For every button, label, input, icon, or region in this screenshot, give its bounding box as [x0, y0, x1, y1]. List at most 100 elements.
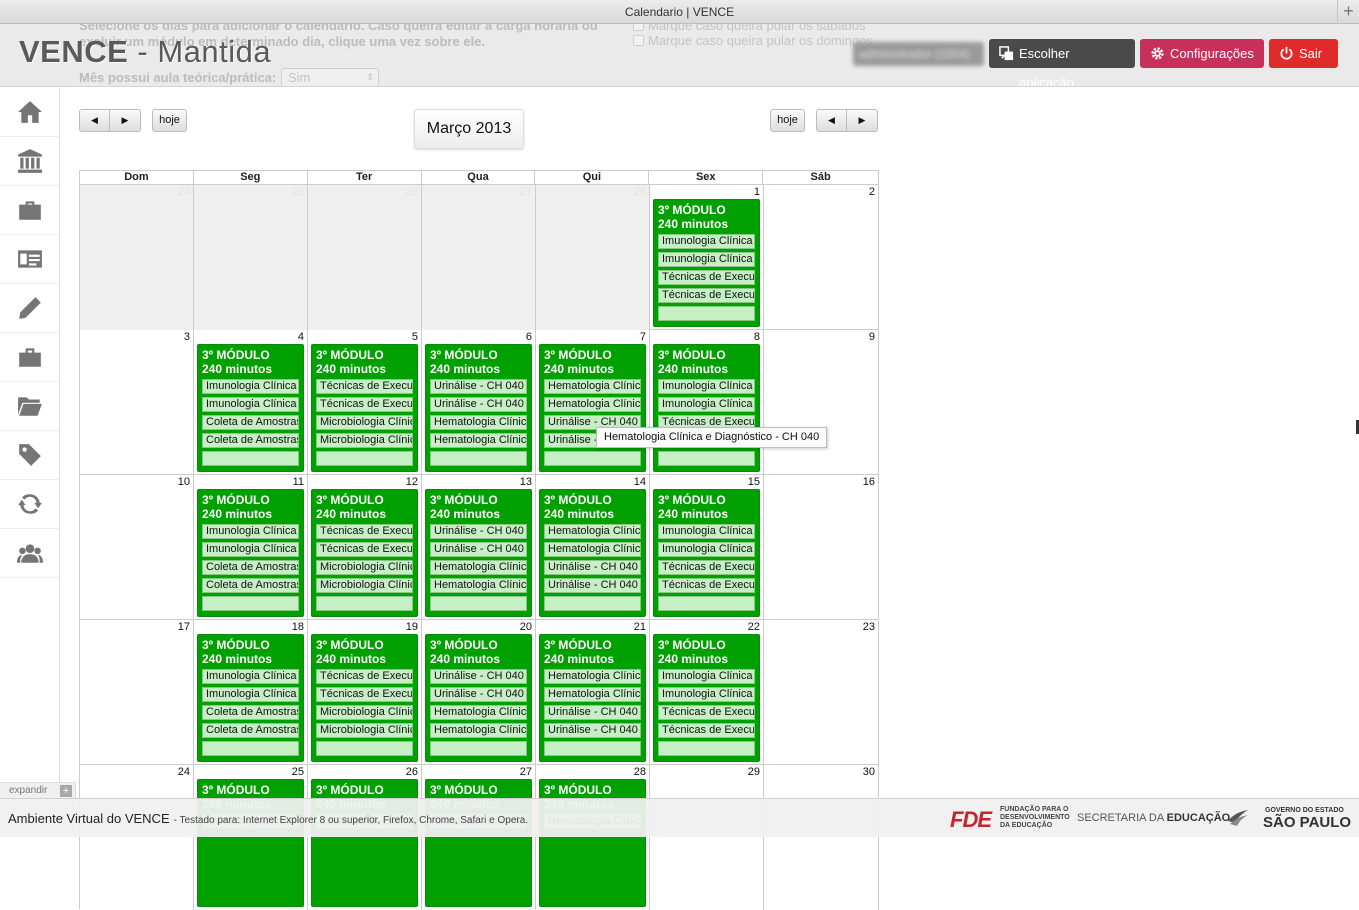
- discipline-slot[interactable]: Urinálise - CH 040: [430, 669, 527, 684]
- discipline-slot[interactable]: Microbiologia Clínic: [316, 433, 413, 448]
- module-event[interactable]: 3º MÓDULO 240 minutos Hematologia Clínic He…: [539, 489, 646, 617]
- calendar-day[interactable]: 26: [308, 185, 422, 330]
- discipline-slot[interactable]: Microbiologia Clínic: [316, 578, 413, 593]
- calendar-day[interactable]: 16: [764, 475, 879, 620]
- calendar-day[interactable]: 22 3º MÓDULO 240 minutos Imunologia Clínica…: [650, 620, 764, 765]
- sidebar-item-home[interactable]: [0, 88, 60, 137]
- discipline-slot[interactable]: Imunologia Clínica: [658, 687, 755, 702]
- discipline-slot[interactable]: Técnicas de Execu: [658, 578, 755, 593]
- calendar-day[interactable]: 3: [80, 330, 194, 475]
- discipline-slot[interactable]: Técnicas de Execu: [316, 669, 413, 684]
- discipline-slot[interactable]: Hematologia Clínic: [544, 687, 641, 702]
- discipline-slot[interactable]: [202, 741, 299, 756]
- discipline-slot[interactable]: Urinálise - CH 040: [544, 705, 641, 720]
- discipline-slot[interactable]: Microbiologia Clínic: [316, 705, 413, 720]
- calendar-day[interactable]: 30: [764, 765, 879, 910]
- today-button-right[interactable]: hoje: [770, 109, 805, 132]
- sidebar-item-institution[interactable]: [0, 137, 60, 186]
- sidebar-item-briefcase[interactable]: [0, 186, 60, 235]
- calendar-day[interactable]: 28: [536, 185, 650, 330]
- discipline-slot[interactable]: Urinálise - CH 040: [430, 542, 527, 557]
- skip-saturdays-checkbox[interactable]: [633, 24, 644, 31]
- calendar-day[interactable]: 20 3º MÓDULO 240 minutos Urinálise - CH 040…: [422, 620, 536, 765]
- discipline-slot[interactable]: [430, 741, 527, 756]
- discipline-slot[interactable]: Técnicas de Execu: [658, 723, 755, 738]
- calendar-day[interactable]: 10: [80, 475, 194, 620]
- module-event[interactable]: 3º MÓDULO 240 minutos Urinálise - CH 040 Ur…: [425, 344, 532, 472]
- calendar-day[interactable]: 253º MÓDULO240 minutosImunologia Clínica: [194, 765, 308, 910]
- calendar-day[interactable]: 11 3º MÓDULO 240 minutos Imunologia Clínica…: [194, 475, 308, 620]
- discipline-slot[interactable]: [544, 451, 641, 466]
- calendar-day[interactable]: 7 3º MÓDULO 240 minutos Hematologia Clínic H…: [536, 330, 650, 475]
- settings-button[interactable]: Configurações: [1140, 39, 1264, 68]
- discipline-slot[interactable]: Técnicas de Execu: [658, 560, 755, 575]
- discipline-slot[interactable]: [202, 596, 299, 611]
- calendar-day[interactable]: 5 3º MÓDULO 240 minutos Técnicas de Execu Té…: [308, 330, 422, 475]
- module-event[interactable]: 3º MÓDULO 240 minutos Hematologia Clínic He…: [539, 344, 646, 472]
- skip-sundays-option[interactable]: Marque caso queira pular os domingos: [633, 33, 873, 49]
- discipline-slot[interactable]: Hematologia Clínic: [430, 705, 527, 720]
- discipline-slot[interactable]: Hematologia Clínic: [430, 560, 527, 575]
- discipline-slot[interactable]: [316, 451, 413, 466]
- discipline-slot[interactable]: [430, 451, 527, 466]
- calendar-day[interactable]: 18 3º MÓDULO 240 minutos Imunologia Clínica…: [194, 620, 308, 765]
- discipline-slot[interactable]: Hematologia Clínic: [430, 415, 527, 430]
- module-event[interactable]: 3º MÓDULO 240 minutos Técnicas de Execu Téc…: [311, 489, 418, 617]
- calendar-day[interactable]: 24: [80, 185, 194, 330]
- sidebar-item-id-card[interactable]: [0, 235, 60, 284]
- sidebar-item-folder[interactable]: [0, 382, 60, 431]
- discipline-slot[interactable]: Hematologia Clínic: [544, 397, 641, 412]
- module-event[interactable]: 3º MÓDULO 240 minutos Imunologia Clínica Im…: [653, 199, 760, 327]
- discipline-slot[interactable]: Técnicas de Execu: [316, 397, 413, 412]
- module-event[interactable]: 3º MÓDULO 240 minutos Urinálise - CH 040 Ur…: [425, 489, 532, 617]
- calendar-day[interactable]: 2: [764, 185, 879, 330]
- next-month-button[interactable]: ▶: [110, 109, 141, 132]
- module-event[interactable]: 3º MÓDULO 240 minutos Imunologia Clínica Im…: [197, 489, 304, 617]
- discipline-slot[interactable]: Imunologia Clínica: [658, 234, 755, 249]
- calendar-day[interactable]: 27: [422, 185, 536, 330]
- discipline-slot[interactable]: Imunologia Clínica: [658, 397, 755, 412]
- module-event[interactable]: 3º MÓDULO 240 minutos Imunologia Clínica Im…: [653, 634, 760, 762]
- sidebar-expand-toggle[interactable]: expandir +: [0, 782, 76, 798]
- calendar-day[interactable]: 9: [764, 330, 879, 475]
- module-event[interactable]: 3º MÓDULO 240 minutos Hematologia Clínic He…: [539, 634, 646, 762]
- prev-month-button[interactable]: ◀: [79, 109, 110, 132]
- discipline-slot[interactable]: Técnicas de Execu: [316, 687, 413, 702]
- discipline-slot[interactable]: Urinálise - CH 040: [544, 578, 641, 593]
- discipline-slot[interactable]: Urinálise - CH 040: [430, 379, 527, 394]
- module-event[interactable]: 3º MÓDULO 240 minutos Imunologia Clínica Im…: [197, 344, 304, 472]
- sidebar-item-refresh[interactable]: [0, 480, 60, 529]
- sidebar-item-toolbox[interactable]: [0, 333, 60, 382]
- discipline-slot[interactable]: Coleta de Amostras: [202, 705, 299, 720]
- discipline-slot[interactable]: Imunologia Clínica: [202, 687, 299, 702]
- discipline-slot[interactable]: [658, 306, 755, 321]
- discipline-slot[interactable]: Microbiologia Clínic: [316, 415, 413, 430]
- calendar-day[interactable]: 6 3º MÓDULO 240 minutos Urinálise - CH 040 U…: [422, 330, 536, 475]
- calendar-day[interactable]: 12 3º MÓDULO 240 minutos Técnicas de Execu T…: [308, 475, 422, 620]
- calendar-day[interactable]: 24: [80, 765, 194, 910]
- discipline-slot[interactable]: Técnicas de Execu: [658, 270, 755, 285]
- discipline-slot[interactable]: [316, 741, 413, 756]
- module-event[interactable]: 3º MÓDULO 240 minutos Imunologia Clínica Im…: [197, 634, 304, 762]
- discipline-slot[interactable]: Hematologia Clínic: [430, 433, 527, 448]
- calendar-day[interactable]: 17: [80, 620, 194, 765]
- discipline-slot[interactable]: Coleta de Amostras: [202, 560, 299, 575]
- today-button-left[interactable]: hoje: [152, 109, 187, 132]
- prev-month-button-right[interactable]: ◀: [816, 109, 847, 132]
- discipline-slot[interactable]: Técnicas de Execu: [316, 379, 413, 394]
- discipline-slot[interactable]: Hematologia Clínic: [544, 542, 641, 557]
- discipline-slot[interactable]: [430, 596, 527, 611]
- discipline-slot[interactable]: [544, 596, 641, 611]
- discipline-slot[interactable]: [202, 451, 299, 466]
- calendar-day[interactable]: 283º MÓDULO240 minutosHematologia Clínic: [536, 765, 650, 910]
- discipline-slot[interactable]: Coleta de Amostras: [202, 415, 299, 430]
- calendar-day[interactable]: 25: [194, 185, 308, 330]
- module-event[interactable]: 3º MÓDULO 240 minutos Técnicas de Execu Téc…: [311, 344, 418, 472]
- discipline-slot[interactable]: Hematologia Clínic: [544, 669, 641, 684]
- calendar-day[interactable]: 13 3º MÓDULO 240 minutos Urinálise - CH 040…: [422, 475, 536, 620]
- calendar-day[interactable]: 8 3º MÓDULO 240 minutos Imunologia Clínica I…: [650, 330, 764, 475]
- sidebar-item-edit[interactable]: [0, 284, 60, 333]
- module-event[interactable]: 3º MÓDULO 240 minutos Técnicas de Execu Téc…: [311, 634, 418, 762]
- calendar-day[interactable]: 19 3º MÓDULO 240 minutos Técnicas de Execu T…: [308, 620, 422, 765]
- discipline-slot[interactable]: Imunologia Clínica: [658, 542, 755, 557]
